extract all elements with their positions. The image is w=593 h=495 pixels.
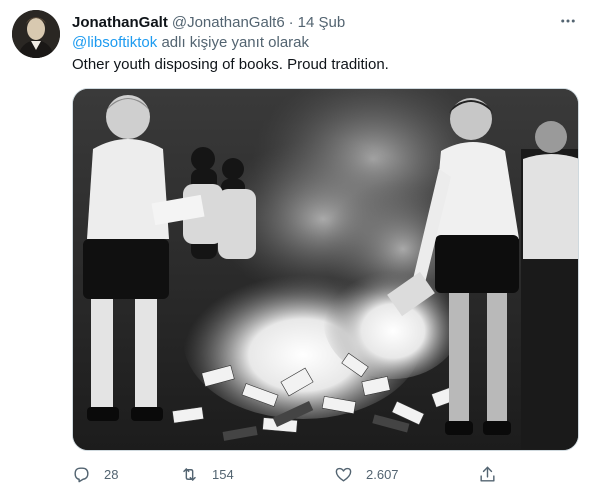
display-name[interactable]: JonathanGalt: [72, 14, 168, 31]
more-button[interactable]: [553, 8, 583, 38]
reply-mention-link[interactable]: @libsoftiktok: [72, 34, 157, 51]
reply-suffix: adlı kişiye yanıt olarak: [161, 34, 310, 51]
reply-icon: [72, 465, 91, 484]
separator-dot: ·: [288, 13, 294, 31]
tweet-actions: 28 154 2.607: [72, 458, 512, 490]
tweet-header: JonathanGalt @JonathanGalt6 · 14 Şub: [72, 12, 553, 32]
more-icon: [559, 12, 577, 35]
like-button[interactable]: 2.607: [334, 458, 399, 490]
photo-content: [73, 89, 578, 450]
heart-icon: [334, 465, 353, 484]
retweet-button[interactable]: 154: [180, 458, 234, 490]
user-handle[interactable]: @JonathanGalt6: [172, 14, 285, 31]
tweet-text: Other youth disposing of books. Proud tr…: [72, 56, 389, 73]
tweet-photo[interactable]: [72, 88, 579, 451]
tweet[interactable]: JonathanGalt @JonathanGalt6 · 14 Şub @li…: [0, 0, 593, 495]
like-count: 2.607: [366, 466, 399, 482]
avatar[interactable]: [12, 10, 60, 58]
share-icon: [478, 465, 497, 484]
share-button[interactable]: [478, 458, 497, 490]
reply-button[interactable]: 28: [72, 458, 118, 490]
reply-count: 28: [104, 466, 119, 482]
timestamp[interactable]: 14 Şub: [298, 14, 346, 31]
reply-context: @libsoftiktok adlı kişiye yanıt olarak: [72, 34, 309, 51]
retweet-count: 154: [212, 466, 234, 482]
retweet-icon: [180, 465, 199, 484]
